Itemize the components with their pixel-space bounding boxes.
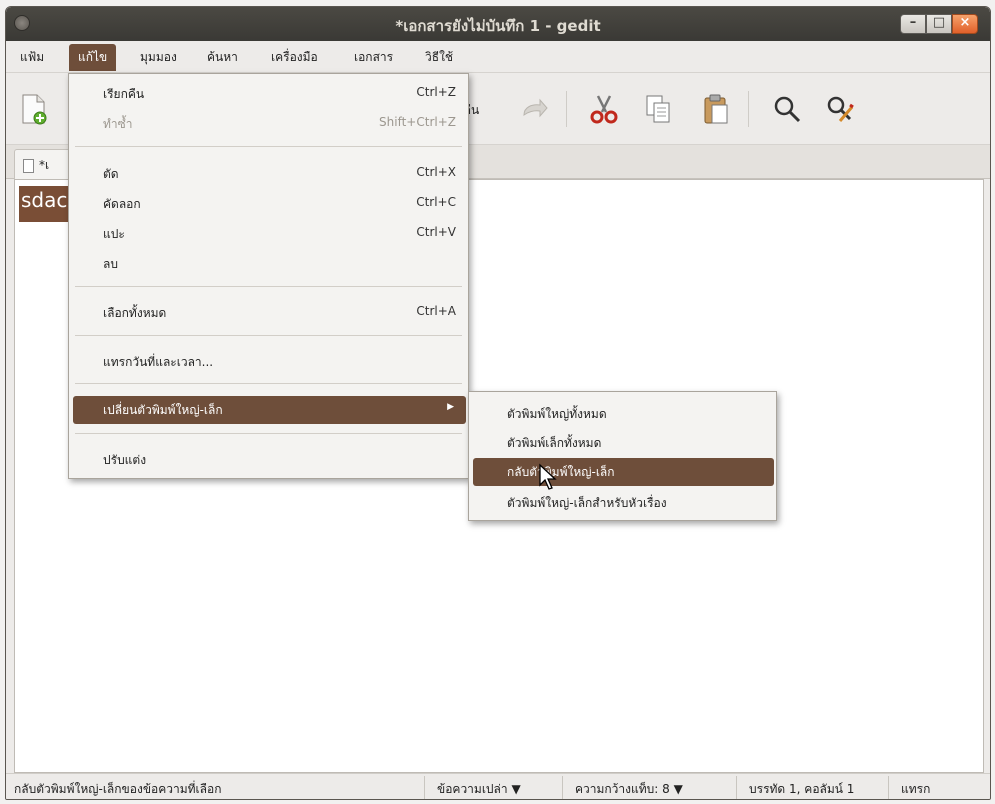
menu-documents[interactable]: เอกสาร bbox=[354, 48, 393, 67]
menu-item-undo[interactable]: เรียกคืน Ctrl+Z bbox=[69, 80, 468, 106]
menu-separator bbox=[75, 335, 462, 336]
menu-help[interactable]: วิธีใช้ bbox=[425, 48, 453, 67]
toolbar-separator bbox=[748, 91, 749, 127]
tab-document[interactable]: *เ bbox=[14, 149, 74, 179]
insert-mode: แทรก bbox=[888, 776, 968, 799]
tab-label: *เ bbox=[39, 158, 50, 172]
submenu-arrow-icon: ▶ bbox=[447, 402, 454, 412]
menu-view[interactable]: มุมมอง bbox=[140, 48, 177, 67]
window-title: *เอกสารยังไม่บันทึก 1 - gedit bbox=[395, 17, 601, 35]
status-message: กลับตัวพิมพ์ใหญ่-เล็กของข้อความที่เลือก bbox=[14, 782, 222, 796]
find-replace-icon[interactable] bbox=[824, 93, 856, 125]
cursor-position: บรรทัด 1, คอลัมน์ 1 bbox=[736, 776, 888, 799]
menu-item-delete[interactable]: ลบ bbox=[69, 250, 468, 276]
copy-icon[interactable] bbox=[642, 93, 674, 125]
close-button[interactable]: × bbox=[952, 14, 978, 34]
menu-item-redo: ทำซ้ำ Shift+Ctrl+Z bbox=[103, 115, 456, 131]
status-bar: กลับตัวพิมพ์ใหญ่-เล็กของข้อความที่เลือก … bbox=[6, 773, 990, 799]
menu-item-preferences[interactable]: ปรับแต่ง bbox=[69, 446, 468, 472]
menu-edit[interactable]: แก้ไข bbox=[69, 44, 117, 71]
menu-item-copy[interactable]: คัดลอก Ctrl+C bbox=[69, 190, 468, 216]
submenu-item-all-upper[interactable]: ตัวพิมพ์ใหญ่ทั้งหมด bbox=[469, 400, 776, 426]
menu-tools[interactable]: เครื่องมือ bbox=[271, 48, 318, 67]
maximize-button[interactable]: □ bbox=[926, 14, 952, 34]
submenu-item-title-case[interactable]: ตัวพิมพ์ใหญ่-เล็กสำหรับหัวเรื่อง bbox=[469, 489, 776, 515]
menu-separator bbox=[75, 146, 462, 147]
menu-item-change-case[interactable]: เปลี่ยนตัวพิมพ์ใหญ่-เล็ก ▶ bbox=[73, 396, 466, 424]
menu-item-paste[interactable]: แปะ Ctrl+V bbox=[69, 220, 468, 246]
menu-file[interactable]: แฟ้ม bbox=[20, 48, 44, 67]
submenu-item-all-lower[interactable]: ตัวพิมพ์เล็กทั้งหมด bbox=[469, 429, 776, 455]
cut-icon[interactable] bbox=[588, 93, 620, 125]
document-icon bbox=[23, 158, 34, 173]
minimize-button[interactable]: – bbox=[900, 14, 926, 34]
title-bar[interactable]: *เอกสารยังไม่บันทึก 1 - gedit – □ × bbox=[6, 7, 990, 41]
change-case-submenu: ตัวพิมพ์ใหญ่ทั้งหมด ตัวพิมพ์เล็กทั้งหมด … bbox=[468, 391, 777, 521]
selected-text: sdac bbox=[19, 186, 72, 222]
submenu-item-invert-case[interactable]: กลับตัวพิมพ์ใหญ่-เล็ก bbox=[473, 458, 774, 486]
menu-separator bbox=[75, 286, 462, 287]
menu-bar: แฟ้ม แก้ไข มุมมอง ค้นหา เครื่องมือ เอกสา… bbox=[6, 41, 990, 73]
find-icon[interactable] bbox=[771, 93, 803, 125]
new-document-icon[interactable] bbox=[18, 93, 50, 125]
toolbar-separator bbox=[566, 91, 567, 127]
paste-icon[interactable] bbox=[700, 93, 732, 125]
menu-separator bbox=[75, 433, 462, 434]
menu-search[interactable]: ค้นหา bbox=[207, 48, 238, 67]
tab-width-selector[interactable]: ความกว้างแท็บ: 8 ▼ bbox=[562, 776, 736, 799]
redo-icon[interactable] bbox=[518, 93, 550, 125]
menu-separator bbox=[75, 383, 462, 384]
highlight-mode-selector[interactable]: ข้อความเปล่า ▼ bbox=[424, 776, 562, 799]
menu-item-cut[interactable]: ตัด Ctrl+X bbox=[69, 160, 468, 186]
menu-item-insert-date-time[interactable]: แทรกวันที่และเวลา... bbox=[69, 348, 468, 374]
mouse-pointer-icon bbox=[538, 463, 560, 495]
menu-item-select-all[interactable]: เลือกทั้งหมด Ctrl+A bbox=[69, 299, 468, 325]
edit-menu: เรียกคืน Ctrl+Z ทำซ้ำ Shift+Ctrl+Z ตัด Ctrl… bbox=[68, 73, 469, 479]
